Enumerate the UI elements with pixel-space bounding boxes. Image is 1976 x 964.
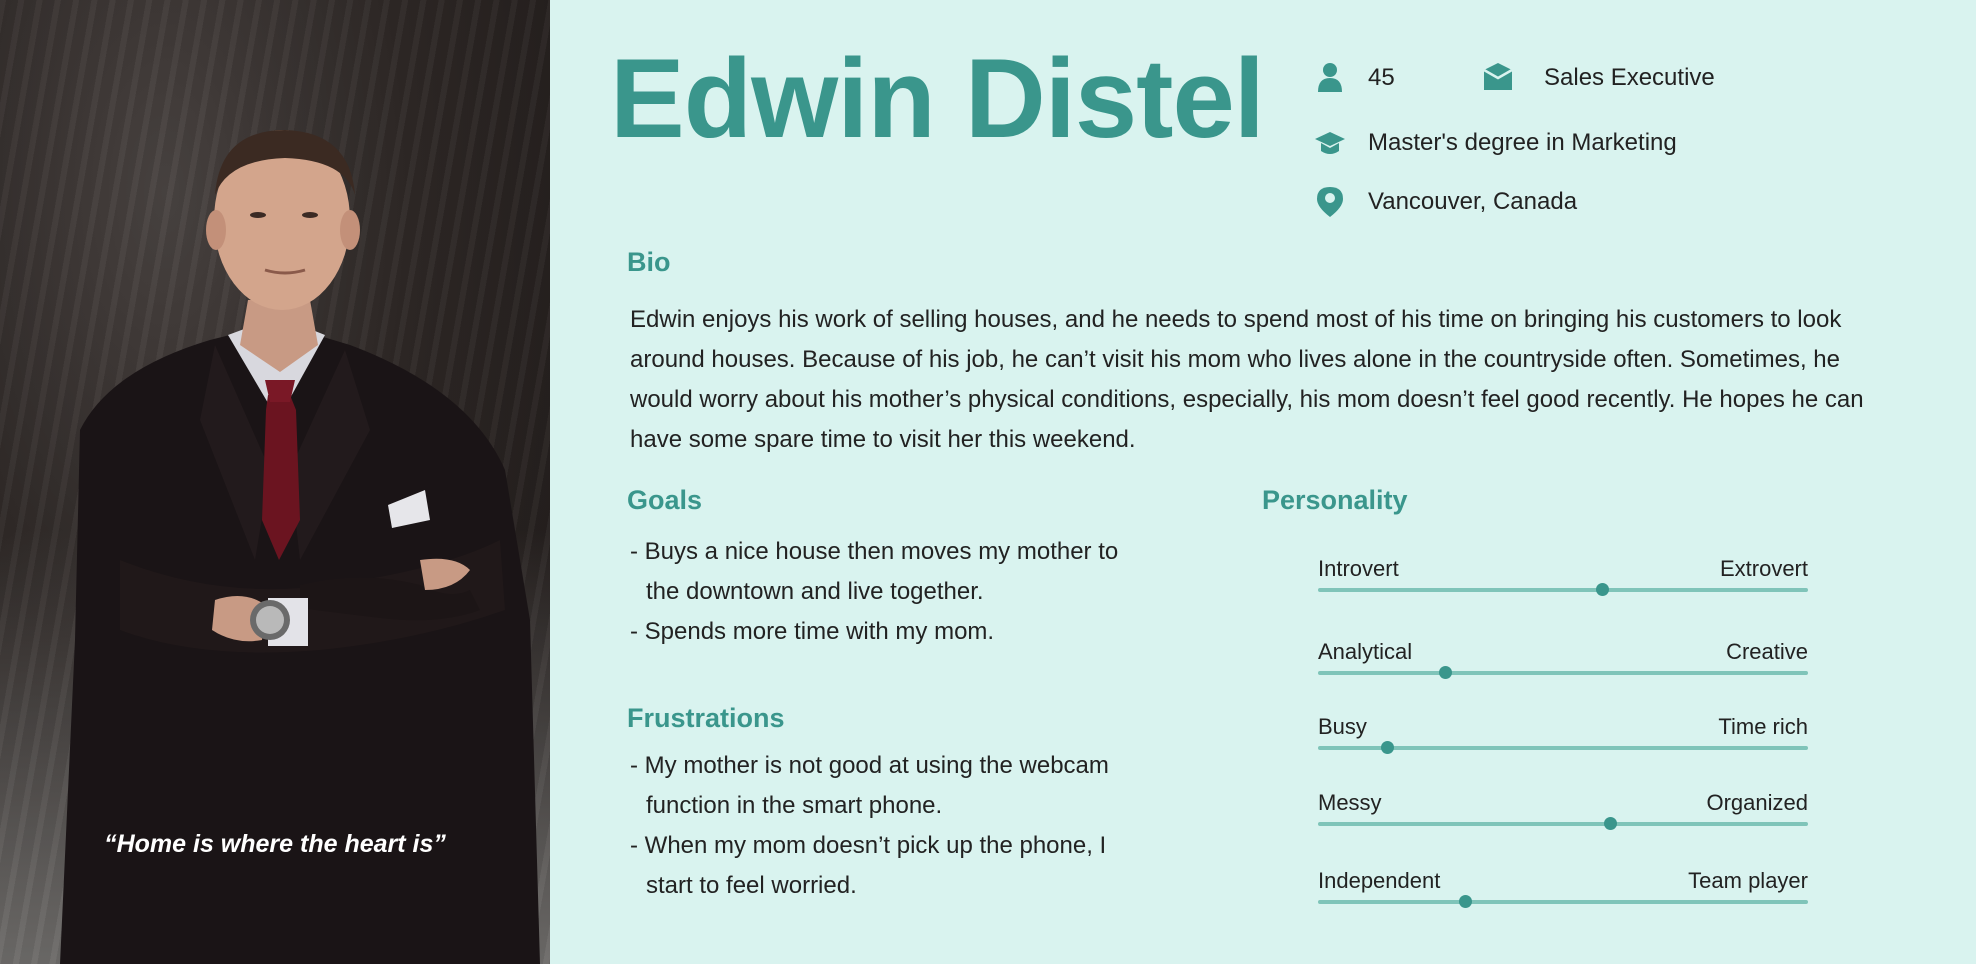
briefcase-icon [1482,62,1514,94]
trait-slider-introvert-extrovert: Introvert Extrovert [1318,556,1808,596]
person-icon [1314,62,1346,94]
bio-title: Bio [627,247,671,277]
frustration-item: - When my mom doesn’t pick up the phone,… [630,832,1107,899]
persona-name: Edwin Distel [610,36,1265,161]
trait-right-label: Creative [1726,639,1808,664]
trait-track [1318,822,1808,826]
graduation-cap-icon [1314,127,1346,159]
trait-thumb [1459,895,1472,908]
trait-right-label: Team player [1688,868,1808,893]
education-value: Master's degree in Marketing [1368,129,1677,156]
frustration-item: - My mother is not good at using the web… [630,752,1109,819]
occupation-fact: Sales Executive [1482,62,1715,94]
trait-right-label: Organized [1706,790,1808,815]
occupation-value: Sales Executive [1544,64,1715,91]
education-fact: Master's degree in Marketing [1314,127,1677,159]
persona-photo: “Home is where the heart is” [0,0,550,964]
trait-track [1318,671,1808,675]
man-in-suit-illustration [60,130,540,964]
trait-track [1318,588,1808,592]
location-value: Vancouver, Canada [1368,188,1578,215]
frustrations-list: - My mother is not good at using the web… [630,746,1150,906]
trait-thumb [1603,817,1617,830]
goal-item: - Spends more time with my mom. [630,618,995,645]
trait-slider-busy-time-rich: Busy Time rich [1318,714,1808,754]
location-fact: Vancouver, Canada [1314,186,1577,218]
frustrations-title: Frustrations [627,703,785,733]
personality-title: Personality [1262,485,1408,515]
trait-left-label: Independent [1318,868,1441,893]
trait-right-label: Extrovert [1719,556,1808,581]
age-value: 45 [1368,64,1395,91]
age-fact: 45 [1314,62,1395,94]
persona-quote: “Home is where the heart is” [104,830,446,858]
location-pin-icon [1314,186,1346,218]
goals-list: - Buys a nice house then moves my mother… [630,532,1130,652]
trait-thumb [1596,583,1610,596]
trait-track [1318,900,1808,904]
trait-slider-messy-organized: Messy Organized [1318,790,1808,830]
trait-left-label: Busy [1318,714,1367,739]
trait-thumb [1439,666,1453,679]
goals-title: Goals [627,485,703,515]
trait-slider-analytical-creative: Analytical Creative [1318,639,1808,679]
goal-item: - Buys a nice house then moves my mother… [630,538,1119,605]
trait-left-label: Messy [1318,790,1382,815]
trait-thumb [1380,741,1394,754]
trait-right-label: Time rich [1718,714,1808,739]
bio-text: Edwin enjoys his work of selling houses,… [630,306,1864,453]
trait-left-label: Introvert [1318,556,1399,581]
trait-slider-independent-team-player: Independent Team player [1318,868,1808,908]
trait-left-label: Analytical [1318,639,1413,664]
